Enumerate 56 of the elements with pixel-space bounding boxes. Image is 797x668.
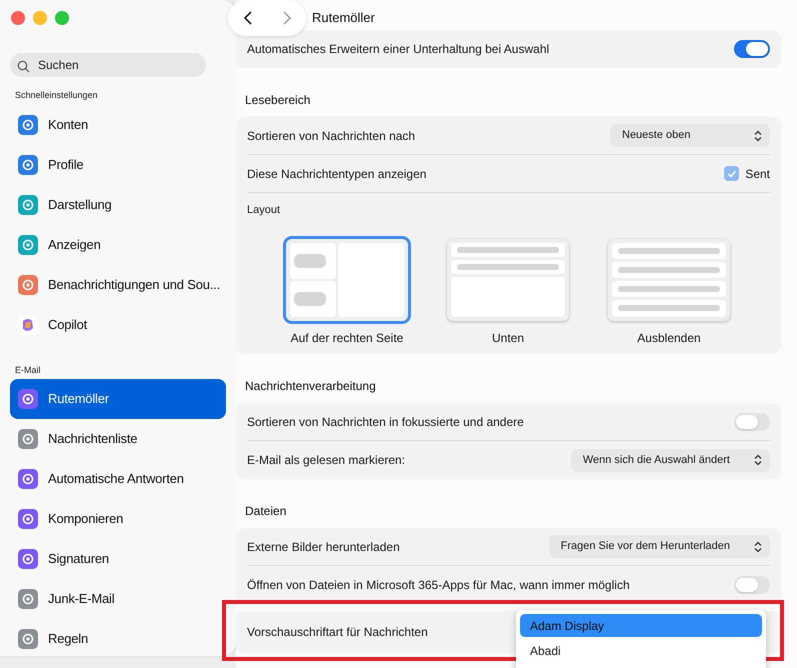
sidebar-item[interactable]: Konten [10, 104, 226, 144]
toggle-switch[interactable] [734, 412, 770, 430]
setting-label: Automatisches Erweitern einer Unterhaltung bei Auswahl [247, 41, 550, 58]
section-heading: Lesebereich [244, 92, 310, 109]
close-window-button[interactable] [11, 11, 25, 25]
sidebar-item[interactable]: Anzeigen [10, 224, 226, 264]
layout-option-label: Ausblenden [637, 330, 701, 346]
sidebar-item[interactable]: Automatische Antworten [10, 459, 226, 499]
search-field[interactable]: Suchen [10, 53, 206, 77]
checkbox-label: Sent [745, 166, 770, 182]
page-title: Rutemöller [312, 9, 375, 28]
layout-option-label: Unten [492, 330, 524, 346]
updown-icon [754, 454, 762, 466]
section-heading: Nachrichtenverarbeitung [244, 378, 376, 395]
sidebar-item[interactable]: Copilot [10, 304, 226, 344]
toggle-switch[interactable] [734, 576, 770, 594]
setting-label: Diese Nachrichtentypen anzeigen [247, 166, 426, 182]
updown-icon [754, 130, 762, 142]
sidebar-item[interactable]: Darstellung [10, 184, 226, 224]
layout-option-label: Auf der rechten Seite [290, 330, 404, 346]
layout-option[interactable] [608, 238, 730, 320]
select-dropdown[interactable]: Wenn sich die Auswahl ändert [570, 448, 770, 472]
minimize-window-button[interactable] [33, 11, 47, 25]
toggle-switch[interactable] [734, 40, 770, 58]
setting-label: E-Mail als gelesen markieren: [247, 452, 406, 469]
select-dropdown[interactable]: Neueste oben [610, 124, 770, 147]
sidebar-item[interactable]: Regeln [10, 619, 226, 659]
section-heading: E-Mail [14, 364, 42, 376]
checkbox[interactable] [724, 166, 740, 181]
back-icon[interactable] [242, 11, 252, 25]
sidebar-item[interactable]: Rutemöller [10, 379, 226, 419]
setting-label: Sortieren von Nachrichten nach [247, 128, 416, 144]
layout-option[interactable] [447, 238, 569, 320]
sidebar-item[interactable]: Benachrichtigungen und Sou... [10, 264, 226, 304]
sidebar-item[interactable]: Junk-E-Mail [10, 579, 226, 619]
maximize-window-button[interactable] [55, 11, 69, 25]
updown-icon [754, 540, 762, 552]
dropdown-option[interactable]: Abadi [520, 639, 762, 662]
sidebar-item[interactable]: Signaturen [10, 539, 226, 579]
setting-label: Sortieren von Nachrichten in fokussierte und andere [247, 414, 524, 430]
forward-icon[interactable] [282, 11, 292, 25]
layout-label: Layout [247, 203, 280, 218]
dropdown-option[interactable]: Adam Display [520, 614, 762, 637]
section-heading: Schnelleinstellungen [14, 89, 99, 102]
select-dropdown[interactable]: Fragen Sie vor dem Herunterladen [548, 535, 770, 558]
sidebar-item[interactable]: Profile [10, 144, 226, 184]
setting-label: Vorschauschriftart für Nachrichten [247, 624, 428, 641]
sidebar-item[interactable]: Nachrichtenliste [10, 419, 226, 459]
layout-option[interactable] [286, 238, 408, 320]
copilot-icon [18, 314, 38, 334]
setting-label: Externe Bilder herunterladen [247, 538, 400, 556]
sidebar-item[interactable]: Komponieren [10, 499, 226, 539]
setting-label: Öffnen von Dateien in Microsoft 365-Apps für Mac, wann immer möglich [247, 577, 630, 594]
section-heading: Dateien [244, 503, 286, 520]
checkmark-icon [726, 168, 737, 178]
search-icon [17, 60, 30, 73]
